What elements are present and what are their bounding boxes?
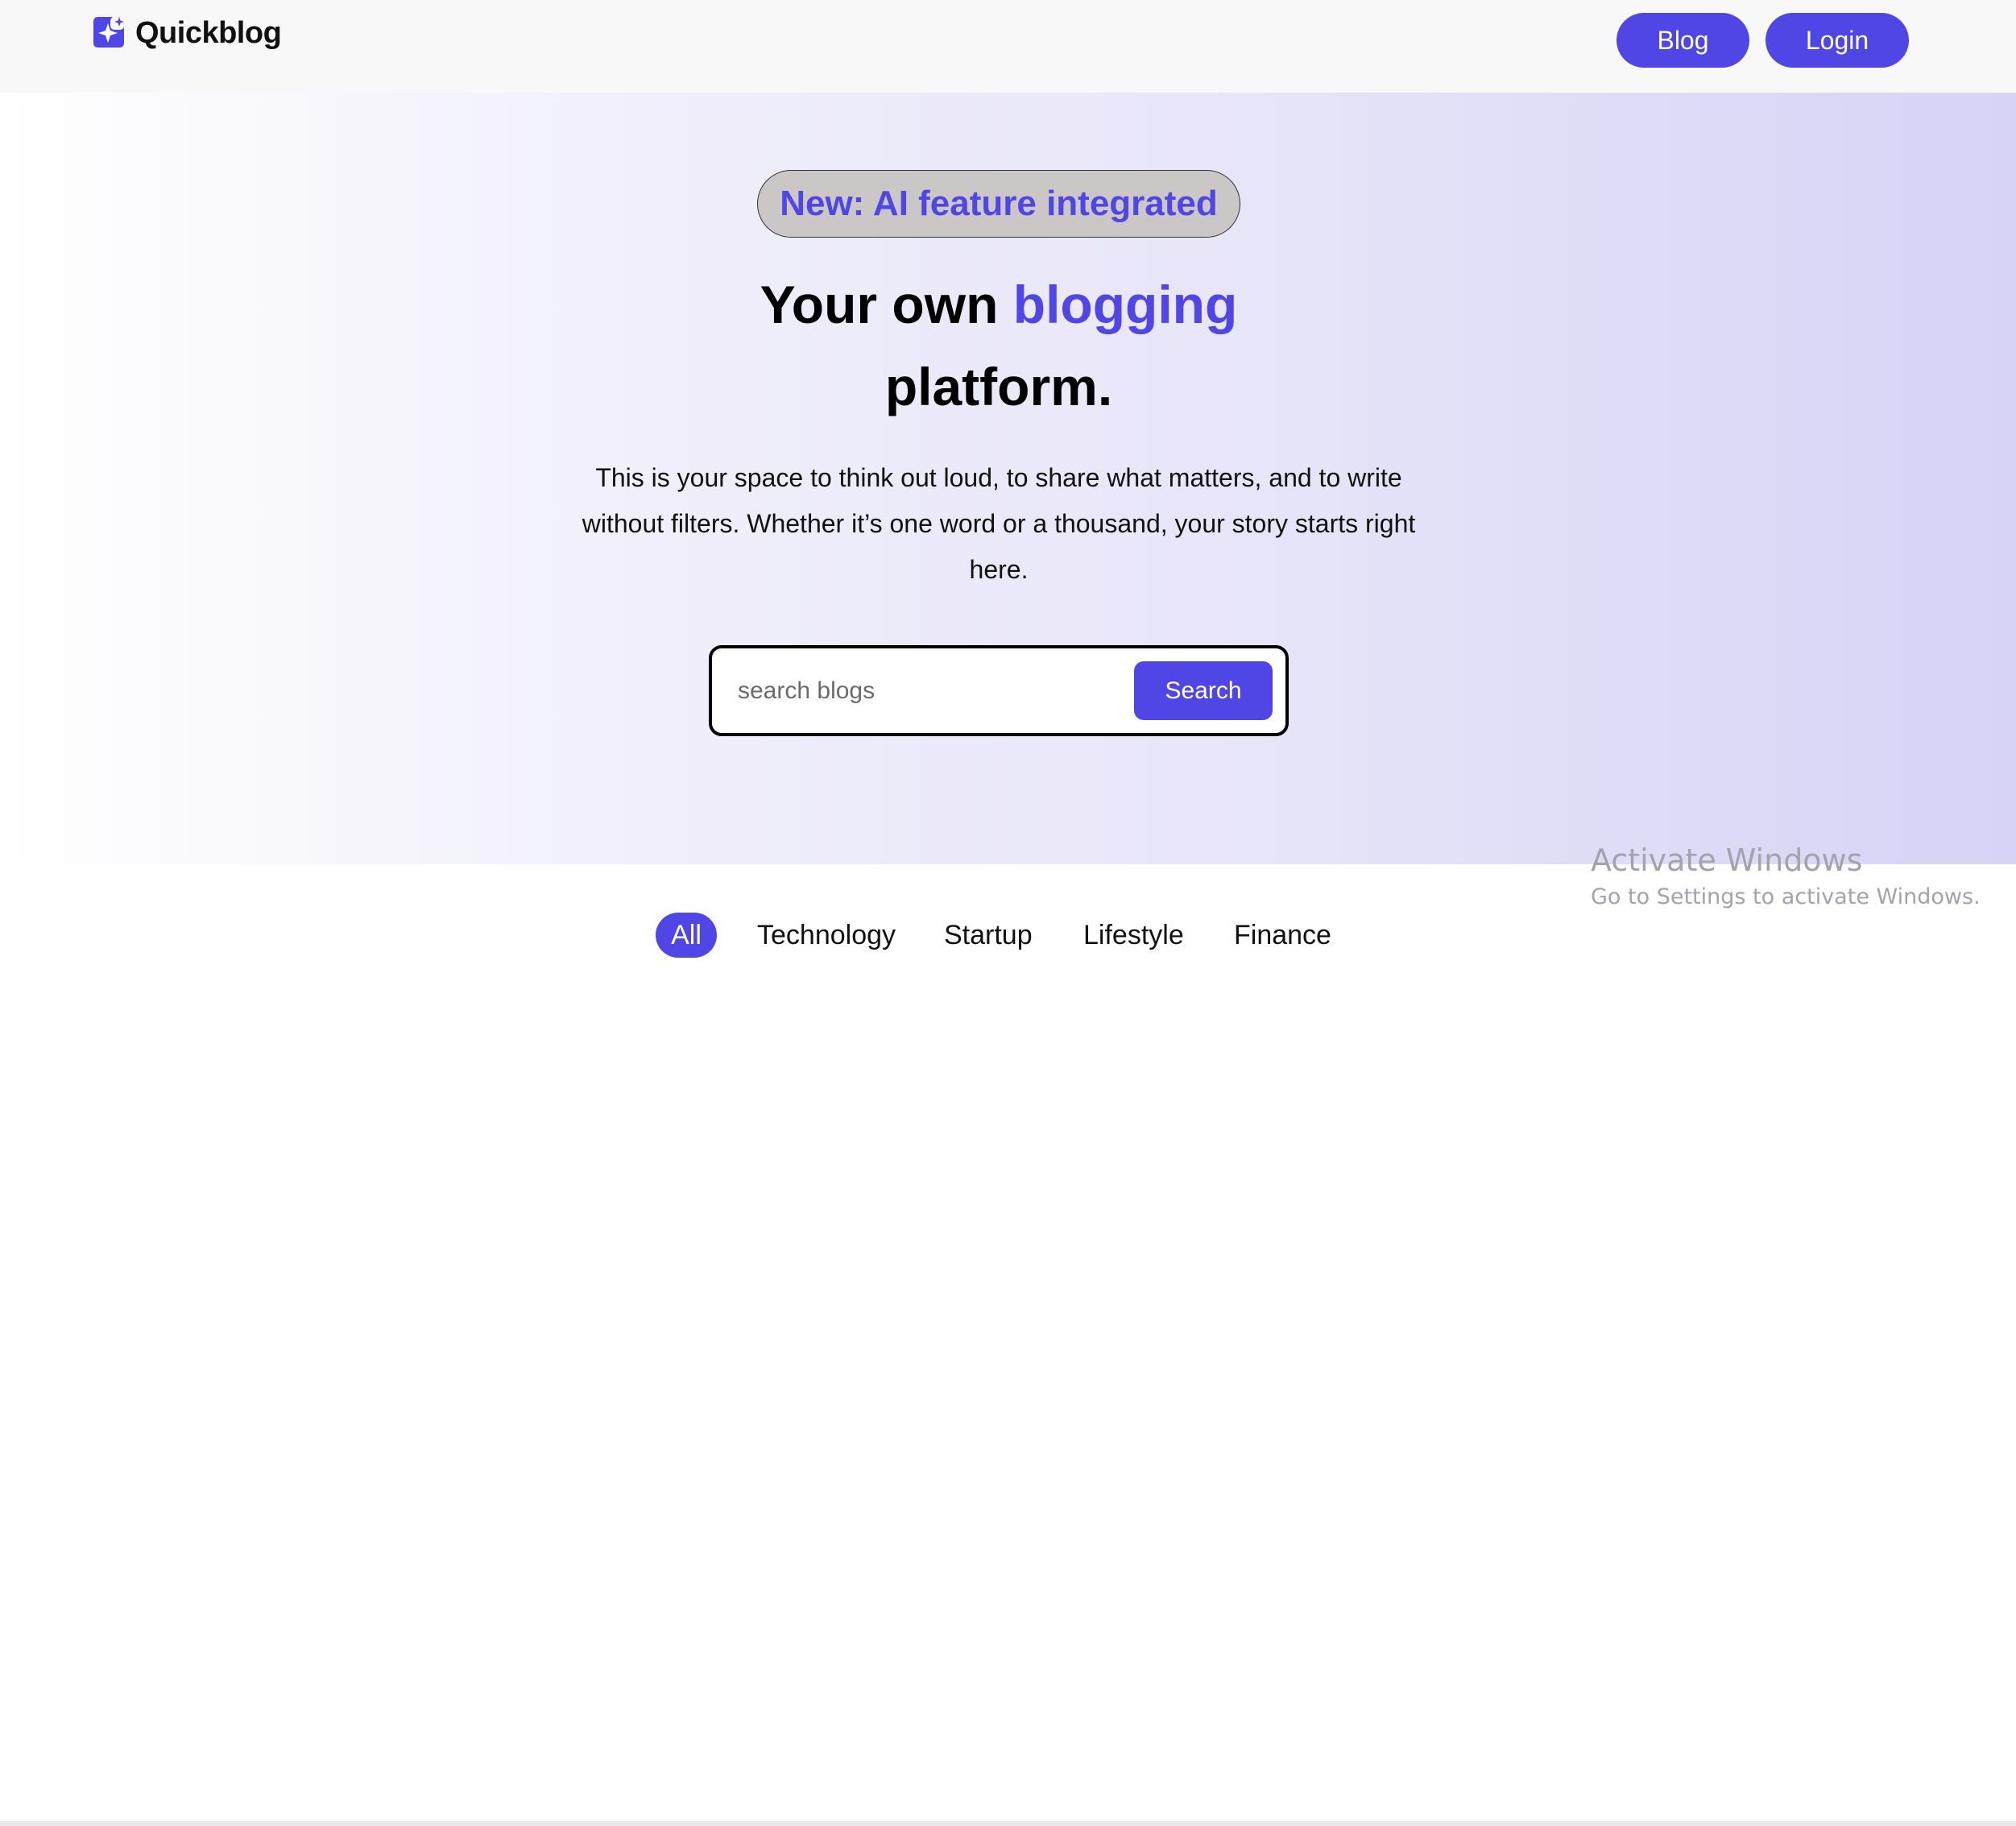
search-input[interactable] (736, 666, 1107, 716)
description-line: without filters. Whether it’s one word o… (582, 509, 1416, 538)
description-line: here. (969, 555, 1029, 584)
headline-end: platform. (884, 357, 1113, 416)
login-button[interactable]: Login (1766, 13, 1909, 68)
headline-accent: blogging (1012, 275, 1238, 334)
category-tab-startup[interactable]: Startup (944, 913, 1033, 958)
category-tab-finance[interactable]: Finance (1234, 913, 1331, 958)
headline-text: Your own (760, 275, 1013, 334)
sparkle-icon (93, 17, 124, 48)
divider (0, 1821, 2016, 1826)
blog-button[interactable]: Blog (1617, 13, 1749, 68)
hero-headline: Your own blogging platform. (564, 263, 1434, 428)
brand-name: Quickblog (135, 15, 282, 50)
watermark-subtitle: Go to Settings to activate Windows. (1591, 884, 1981, 909)
hero-description: This is your space to think out loud, to… (564, 455, 1434, 593)
category-tab-all[interactable]: All (656, 913, 717, 958)
search-form: Search (709, 645, 1289, 736)
hero-section: New: AI feature integrated Your own blog… (0, 93, 2016, 864)
category-tab-technology[interactable]: Technology (757, 913, 896, 958)
windows-activation-watermark: Activate Windows Go to Settings to activ… (1591, 839, 1981, 913)
category-tab-lifestyle[interactable]: Lifestyle (1083, 913, 1184, 958)
top-navbar: Quickblog Blog Login (0, 0, 2016, 93)
search-button[interactable]: Search (1134, 661, 1273, 720)
brand-logo-link[interactable]: Quickblog (89, 14, 282, 52)
watermark-title: Activate Windows (1591, 843, 1863, 878)
description-line: This is your space to think out loud, to… (595, 463, 1402, 492)
new-feature-badge: New: AI feature integrated (757, 170, 1240, 238)
